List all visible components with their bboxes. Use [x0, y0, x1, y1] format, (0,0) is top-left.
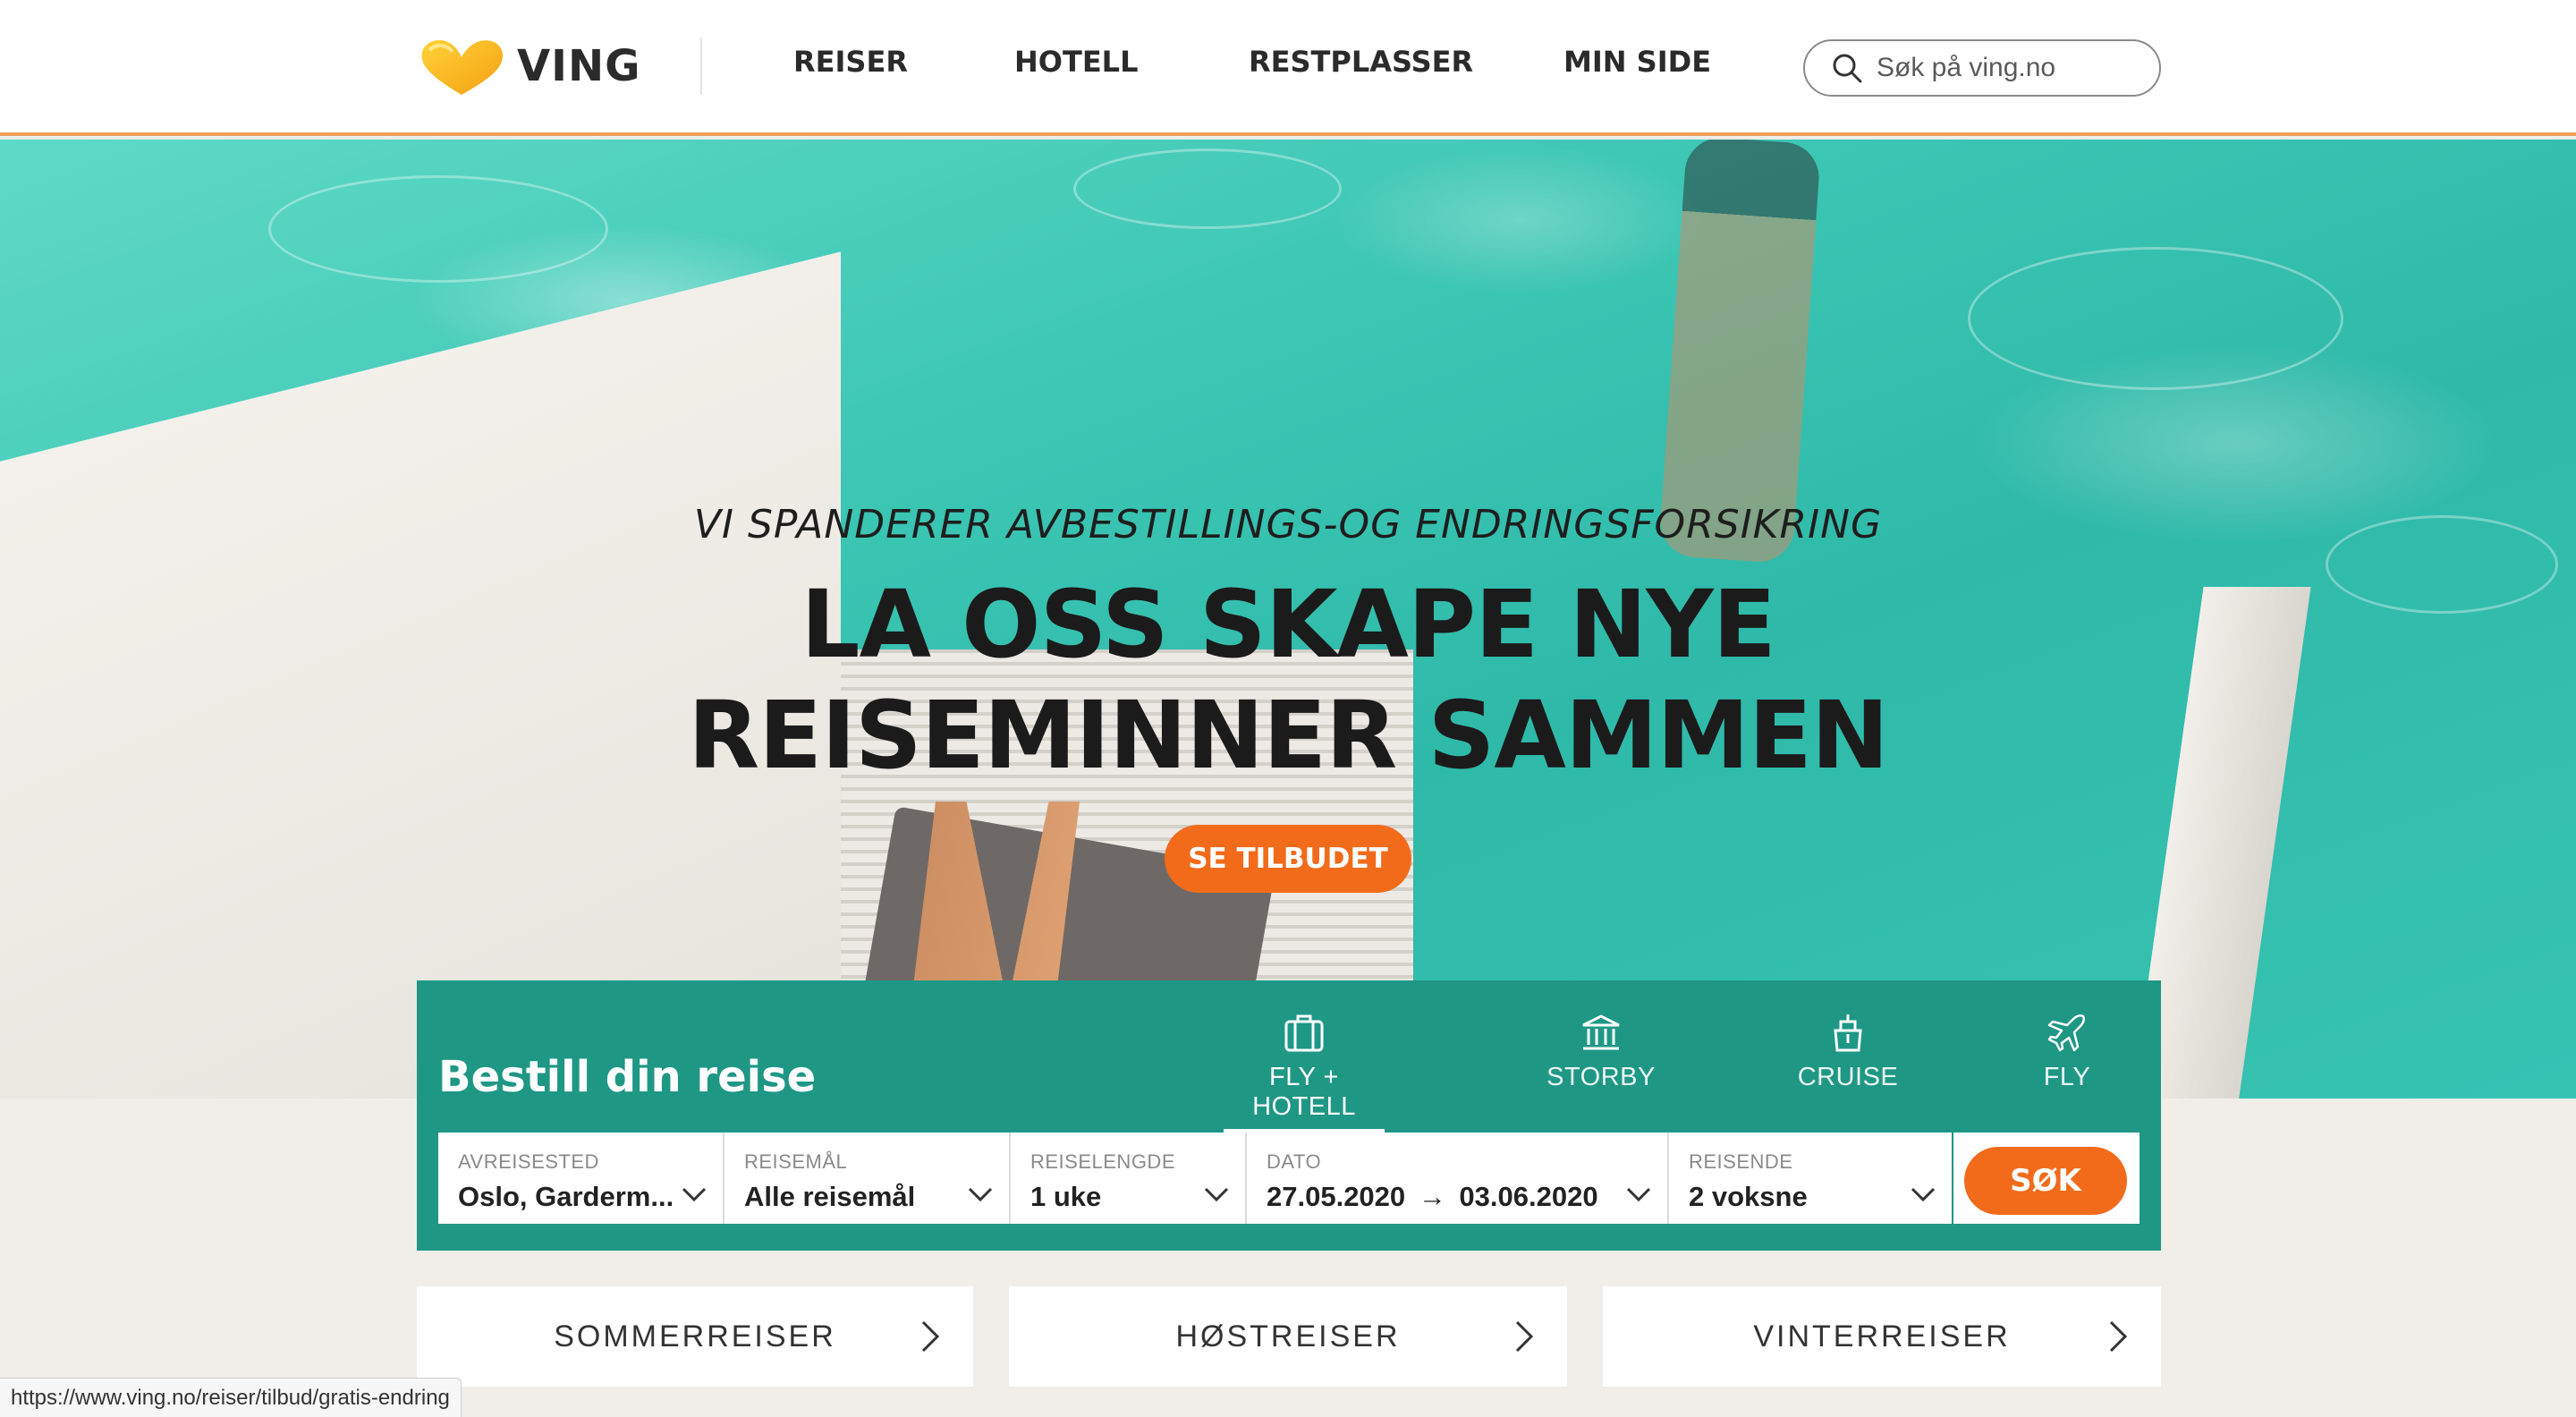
season-tile-summer[interactable]: SOMMERREISER — [417, 1286, 973, 1387]
tab-fly-hotell[interactable]: FLY + HOTELL — [1224, 1013, 1385, 1133]
tab-storby[interactable]: STORBY — [1538, 1013, 1664, 1092]
ship-icon — [1834, 1014, 1862, 1052]
site-header: VING REISER HOTELL RESTPLASSER MIN SIDE — [0, 0, 2576, 136]
departure-field[interactable]: AVREISESTED Oslo, Garderm... — [438, 1133, 723, 1224]
search-icon — [1833, 54, 1862, 83]
water-ripple — [1968, 247, 2343, 390]
tab-label: FLY + HOTELL — [1252, 1063, 1356, 1121]
field-value: 1 uke — [1030, 1181, 1102, 1212]
see-offer-button[interactable]: SE TILBUDET — [1165, 825, 1411, 893]
hero-banner: VI SPANDERER AVBESTILLINGS-OG ENDRINGSFO… — [0, 140, 2576, 1099]
field-value: 2 voksne — [1689, 1181, 1808, 1212]
nav-hotell[interactable]: HOTELL — [1014, 45, 1138, 79]
nav-reiser[interactable]: REISER — [793, 45, 908, 79]
suitcase-icon — [1284, 1014, 1324, 1052]
status-bar-url: https://www.ving.no/reiser/tilbud/gratis… — [0, 1378, 462, 1417]
search-button[interactable]: SØK — [1964, 1147, 2127, 1215]
hero-title: LA OSS SKAPE NYE REISEMINNER SAMMEN — [0, 569, 2576, 791]
booking-title: Bestill din reise — [438, 1052, 817, 1102]
tab-label: STORBY — [1546, 1063, 1656, 1091]
header-divider — [700, 38, 702, 95]
chevron-down-icon — [1911, 1187, 1936, 1202]
building-icon — [1582, 1014, 1620, 1050]
water-ripple — [268, 175, 608, 283]
season-tile-autumn[interactable]: HØSTREISER — [1009, 1286, 1567, 1387]
field-value: Alle reisemål — [744, 1181, 916, 1212]
date-arrow: → — [1418, 1181, 1446, 1212]
heart-logo-icon — [421, 39, 503, 95]
date-from: 27.05.2020 — [1267, 1181, 1406, 1212]
field-value: Oslo, Garderm... — [458, 1181, 674, 1212]
chevron-down-icon — [1626, 1187, 1651, 1202]
search-input[interactable] — [1875, 52, 2143, 84]
travelers-field[interactable]: REISENDE 2 voksne — [1669, 1133, 1952, 1224]
date-to: 03.06.2020 — [1459, 1181, 1598, 1212]
chevron-right-icon — [921, 1320, 940, 1353]
field-label: AVREISESTED — [458, 1150, 599, 1173]
tab-label: FLY — [2043, 1063, 2091, 1091]
water-ripple — [1073, 148, 1342, 229]
hero-kicker: VI SPANDERER AVBESTILLINGS-OG ENDRINGSFO… — [693, 502, 1883, 547]
chevron-right-icon — [1515, 1320, 1534, 1353]
tab-cruise[interactable]: CRUISE — [1785, 1013, 1911, 1092]
hero-title-line1: LA OSS SKAPE NYE — [801, 570, 1776, 679]
hero-title-line2: REISEMINNER SAMMEN — [688, 681, 1889, 790]
season-tile-winter[interactable]: VINTERREISER — [1603, 1286, 2161, 1387]
chevron-down-icon — [1204, 1187, 1229, 1202]
site-search[interactable] — [1803, 39, 2161, 97]
chevron-down-icon — [682, 1187, 707, 1202]
field-label: REISEMÅL — [744, 1150, 848, 1173]
tab-fly[interactable]: FLY — [2018, 1013, 2116, 1092]
nav-restplasser[interactable]: RESTPLASSER — [1249, 45, 1473, 79]
date-field[interactable]: DATO 27.05.2020 → 03.06.2020 — [1247, 1133, 1667, 1224]
date-range: 27.05.2020 → 03.06.2020 — [1267, 1181, 1598, 1213]
field-label: DATO — [1267, 1150, 1322, 1173]
ving-logo[interactable]: VING — [417, 34, 641, 98]
tile-label: HØSTREISER — [1175, 1319, 1401, 1353]
chevron-right-icon — [2109, 1320, 2128, 1353]
tile-label: VINTERREISER — [1753, 1319, 2011, 1353]
airplane-icon — [2047, 1014, 2086, 1052]
destination-field[interactable]: REISEMÅL Alle reisemål — [724, 1133, 1009, 1224]
tab-label: CRUISE — [1797, 1063, 1899, 1091]
field-label: REISENDE — [1689, 1150, 1793, 1173]
field-label: REISELENGDE — [1030, 1150, 1175, 1173]
booking-panel: Bestill din reise FLY + HOTELL STORBY CR… — [417, 980, 2161, 1251]
hero-swimmer — [1657, 140, 1822, 564]
tile-label: SOMMERREISER — [554, 1319, 836, 1353]
nav-min-side[interactable]: MIN SIDE — [1563, 45, 1711, 79]
duration-field[interactable]: REISELENGDE 1 uke — [1011, 1133, 1245, 1224]
logo-text: VING — [517, 41, 641, 91]
chevron-down-icon — [968, 1187, 993, 1202]
